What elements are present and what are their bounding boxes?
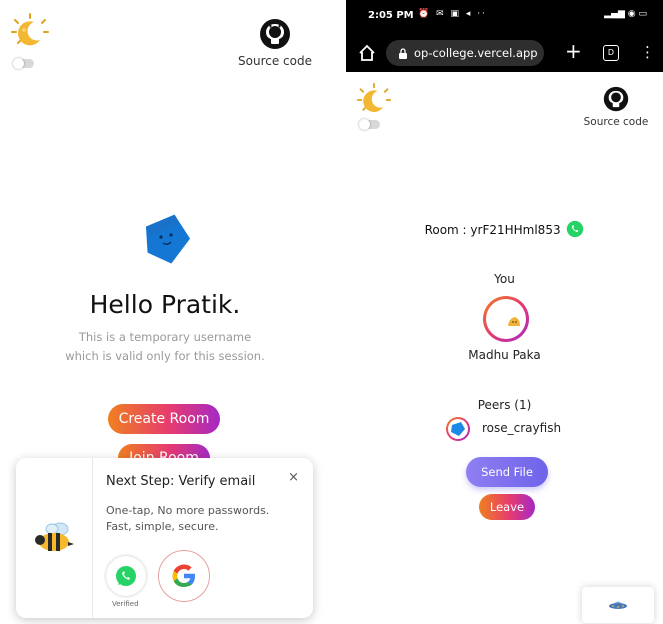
moon-icon[interactable] bbox=[10, 12, 50, 52]
whatsapp-caption: Verified bbox=[112, 600, 139, 608]
ufo-icon bbox=[609, 601, 627, 609]
verify-card-line-1: One-tap, No more passwords. bbox=[106, 504, 270, 517]
google-verify-button[interactable] bbox=[158, 550, 210, 602]
peers-label: Peers (1) bbox=[477, 398, 532, 412]
room-id-label: Room : yrF21HHml853 bbox=[346, 220, 663, 238]
moon-icon[interactable] bbox=[356, 82, 392, 118]
peer-name: rose_crayfish bbox=[482, 421, 562, 435]
github-label: Source code bbox=[583, 116, 649, 128]
status-indicators: ⏰ ✉ ▣ ◂ ·· bbox=[418, 9, 487, 19]
browser-menu-button[interactable]: ⋮ bbox=[640, 43, 655, 61]
user-avatar bbox=[145, 214, 191, 264]
peer-avatar-shape bbox=[451, 422, 465, 436]
whatsapp-icon bbox=[116, 566, 136, 586]
theme-toggle[interactable] bbox=[359, 119, 380, 130]
you-label: You bbox=[494, 272, 515, 286]
create-room-button[interactable]: Create Room bbox=[108, 404, 220, 434]
peer-avatar bbox=[446, 417, 470, 441]
desktop-view: Source code Hello Pratik. This is a temp… bbox=[0, 0, 330, 624]
google-icon bbox=[172, 564, 195, 587]
you-avatar-shape bbox=[508, 317, 520, 326]
tabs-count-button[interactable]: D bbox=[603, 45, 619, 61]
you-name: Madhu Paka bbox=[468, 348, 541, 362]
subtitle-line-1: This is a temporary username bbox=[78, 330, 252, 344]
github-label: Source code bbox=[238, 54, 312, 68]
status-right-indicators: ▂▄▆ ◉ ▭ bbox=[604, 9, 647, 19]
status-bar: 2:05 PM ⏰ ✉ ▣ ◂ ·· ▂▄▆ ◉ ▭ bbox=[346, 0, 663, 34]
send-file-button[interactable]: Send File bbox=[466, 457, 548, 487]
new-tab-button[interactable]: + bbox=[565, 39, 582, 63]
mobile-view: 2:05 PM ⏰ ✉ ▣ ◂ ·· ▂▄▆ ◉ ▭ op-college.ve… bbox=[346, 0, 663, 624]
github-link[interactable]: Source code bbox=[236, 18, 314, 68]
home-icon[interactable] bbox=[358, 44, 376, 62]
github-link[interactable]: Source code bbox=[578, 86, 654, 128]
greeting: Hello Pratik. bbox=[89, 290, 241, 319]
floating-widget[interactable] bbox=[582, 587, 654, 623]
github-icon bbox=[260, 19, 290, 49]
close-icon[interactable]: × bbox=[288, 470, 299, 485]
theme-toggle[interactable] bbox=[13, 58, 34, 69]
leave-button[interactable]: Leave bbox=[479, 494, 535, 520]
whatsapp-verify-button[interactable] bbox=[106, 556, 146, 596]
lock-icon bbox=[399, 48, 407, 59]
url-text: op-college.vercel.app bbox=[414, 46, 538, 60]
browser-toolbar: op-college.vercel.app + D ⋮ bbox=[346, 34, 663, 72]
you-avatar bbox=[483, 296, 529, 342]
verify-email-card: Next Step: Verify email × One-tap, No mo… bbox=[16, 458, 313, 618]
verify-card-title: Next Step: Verify email bbox=[106, 474, 256, 489]
whatsapp-icon[interactable] bbox=[566, 220, 584, 238]
subtitle-line-2: which is valid only for this session. bbox=[65, 349, 265, 363]
url-bar[interactable]: op-college.vercel.app bbox=[386, 40, 544, 66]
verify-card-line-2: Fast, simple, secure. bbox=[106, 520, 219, 533]
room-id-text: Room : yrF21HHml853 bbox=[424, 223, 561, 237]
github-icon bbox=[603, 86, 629, 112]
status-time: 2:05 PM bbox=[368, 10, 414, 21]
bee-icon bbox=[35, 522, 74, 551]
